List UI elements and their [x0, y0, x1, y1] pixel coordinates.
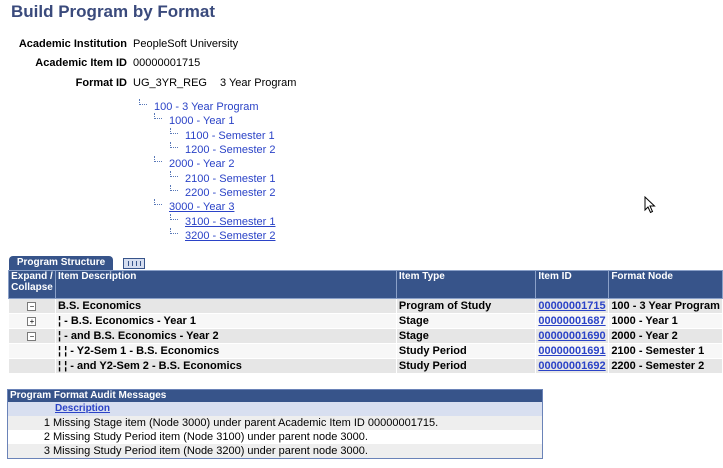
format-node: 2000 - Year 2: [608, 328, 723, 344]
audit-messages-title: Program Format Audit Messages: [8, 390, 542, 402]
message-text: Missing Study Period item (Node 3200) un…: [53, 445, 368, 457]
item-type: Stage: [395, 313, 537, 329]
mouse-pointer-icon: [644, 196, 656, 214]
tree-connector: [154, 113, 162, 119]
program-structure-grid: Expand / Collapse Item Description Item …: [8, 270, 723, 374]
item-id-link[interactable]: 00000001687: [538, 315, 605, 327]
tree-node-2200[interactable]: 2200 - Semester 2: [185, 187, 276, 199]
table-row: ¦ ¦ - and Y2-Sem 2 - B.S. Economics Stud…: [8, 358, 723, 374]
item-type: Stage: [395, 328, 537, 344]
tree-connector: [170, 214, 178, 220]
item-description: B.S. Economics: [54, 298, 397, 314]
col-item-id: Item ID: [535, 270, 610, 299]
item-description: ¦ - and B.S. Economics - Year 2: [54, 328, 397, 344]
tree-node-3200[interactable]: 3200 - Semester 2: [185, 230, 276, 242]
message-number: 1: [43, 417, 50, 429]
table-row: + ¦ - B.S. Economics - Year 1 Stage 0000…: [8, 313, 723, 329]
message-number: 2: [43, 431, 50, 443]
list-item: 1 Missing Stage item (Node 3000) under p…: [8, 416, 542, 430]
tree-connector: [154, 156, 162, 162]
col-description[interactable]: Description: [55, 403, 110, 414]
col-format-node: Format Node: [608, 270, 723, 299]
tab-program-structure[interactable]: Program Structure: [9, 256, 113, 270]
col-item-type: Item Type: [395, 270, 537, 299]
academic-institution-label: Academic Institution: [18, 38, 127, 50]
tree-connector: [170, 142, 178, 148]
format-description: 3 Year Program: [220, 77, 297, 89]
table-row: − ¦ - and B.S. Economics - Year 2 Stage …: [8, 328, 723, 344]
format-node: 2200 - Semester 2: [608, 358, 723, 374]
col-item-description: Item Description: [54, 270, 397, 299]
message-text: Missing Stage item (Node 3000) under par…: [53, 417, 439, 429]
tree-connector: [170, 128, 178, 134]
list-item: 2 Missing Study Period item (Node 3100) …: [8, 430, 542, 444]
format-id-value: UG_3YR_REG: [133, 77, 207, 89]
collapse-toggle[interactable]: −: [27, 332, 37, 341]
page-title: Build Program by Format: [11, 2, 216, 21]
format-node: 100 - 3 Year Program: [608, 298, 723, 314]
item-id-link[interactable]: 00000001691: [538, 345, 605, 357]
item-description: ¦ ¦ - and Y2-Sem 2 - B.S. Economics: [54, 358, 397, 374]
tree-node-1000[interactable]: 1000 - Year 1: [169, 115, 234, 127]
tree-connector: [139, 99, 147, 105]
tree-node-1100[interactable]: 1100 - Semester 1: [185, 130, 275, 142]
item-id-link[interactable]: 00000001692: [538, 360, 605, 372]
col-expand-collapse: Expand / Collapse: [8, 270, 56, 299]
format-node: 1000 - Year 1: [608, 313, 723, 329]
item-id-link[interactable]: 00000001690: [538, 330, 605, 342]
academic-item-id-value: 00000001715: [133, 57, 201, 69]
item-type: Study Period: [395, 358, 537, 374]
format-id-label: Format ID: [75, 77, 127, 89]
academic-institution-value: PeopleSoft University: [133, 38, 239, 50]
tree-connector: [154, 199, 162, 205]
list-item: 3 Missing Study Period item (Node 3200) …: [8, 444, 542, 458]
tree-node-3100[interactable]: 3100 - Semester 1: [185, 216, 276, 228]
item-description: ¦ - B.S. Economics - Year 1: [54, 313, 397, 329]
message-number: 3: [43, 445, 50, 457]
item-id-link[interactable]: 00000001715: [538, 300, 605, 312]
expand-toggle[interactable]: +: [27, 317, 37, 326]
audit-messages-grid: Program Format Audit Messages Descriptio…: [7, 389, 543, 459]
tree-node-3000[interactable]: 3000 - Year 3: [169, 201, 234, 213]
collapse-toggle[interactable]: −: [27, 302, 37, 311]
tree-node-2000[interactable]: 2000 - Year 2: [169, 158, 234, 170]
tree-connector: [170, 185, 178, 191]
tree-node-2100[interactable]: 2100 - Semester 1: [185, 173, 276, 185]
tree-node-1200[interactable]: 1200 - Semester 2: [185, 144, 276, 156]
tree-connector: [170, 171, 178, 177]
show-all-columns-icon[interactable]: [123, 258, 145, 269]
tree-connector: [170, 228, 178, 234]
format-node: 2100 - Semester 1: [608, 343, 723, 359]
table-row: ¦ ¦ - Y2-Sem 1 - B.S. Economics Study Pe…: [8, 343, 723, 359]
item-type: Program of Study: [395, 298, 537, 314]
message-text: Missing Study Period item (Node 3100) un…: [53, 431, 368, 443]
item-type: Study Period: [395, 343, 537, 359]
item-description: ¦ ¦ - Y2-Sem 1 - B.S. Economics: [54, 343, 397, 359]
tree-node-100[interactable]: 100 - 3 Year Program: [154, 101, 259, 113]
academic-item-id-label: Academic Item ID: [35, 57, 127, 69]
table-row: − B.S. Economics Program of Study 000000…: [8, 298, 723, 314]
